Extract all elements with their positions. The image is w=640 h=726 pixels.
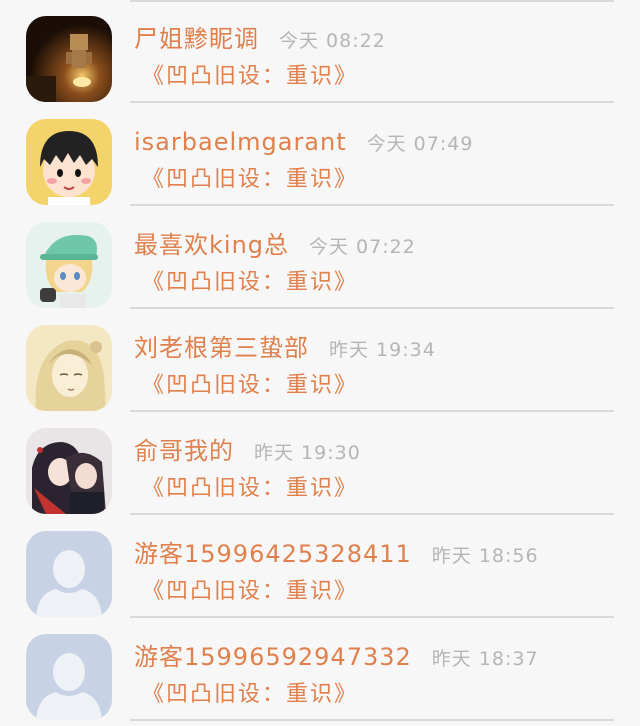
timestamp: 今天 07:49 (366, 133, 474, 155)
avatar-sketch-girl-icon (26, 325, 112, 411)
contact-name: 游客15996425328411 (134, 540, 412, 568)
message-preview: 《凹凸旧设：重识》 (142, 270, 359, 295)
name-line: 刘老根第三蛰部 昨天 19:34 (134, 331, 436, 367)
name-line: 游客15996425328411 昨天 18:56 (134, 537, 539, 573)
list-item[interactable]: isarbaelmgarant 今天 07:49 《凹凸旧设：重识》 (0, 103, 640, 206)
timestamp: 今天 07:22 (309, 236, 416, 258)
contact-name: 最喜欢king总 (134, 231, 290, 259)
contact-name: 刘老根第三蛰部 (134, 334, 309, 362)
name-line: isarbaelmgarant 今天 07:49 (134, 125, 473, 161)
message-preview: 《凹凸旧设：重识》 (142, 579, 359, 604)
avatar-candle-figure-icon (26, 16, 112, 102)
avatar[interactable] (26, 16, 112, 102)
message-list: 尸姐黪眤调 今天 08:22 《凹凸旧设：重识》 isarbaelmgarant 今… (0, 0, 640, 726)
message-preview: 《凹凸旧设：重识》 (142, 373, 359, 398)
contact-name: isarbaelmgarant (134, 128, 347, 156)
contact-name: 俞哥我的 (134, 437, 234, 465)
timestamp: 昨天 19:34 (329, 339, 436, 361)
list-item[interactable]: 尸姐黪眤调 今天 08:22 《凹凸旧设：重识》 (0, 0, 640, 103)
list-item[interactable]: 刘老根第三蛰部 昨天 19:34 《凹凸旧设：重识》 (0, 309, 640, 412)
timestamp: 昨天 19:30 (254, 442, 361, 464)
avatar[interactable] (26, 119, 112, 205)
avatar[interactable] (26, 531, 112, 617)
timestamp: 今天 08:22 (279, 30, 386, 52)
name-line: 最喜欢king总 今天 07:22 (134, 228, 416, 264)
default-person-icon (26, 531, 112, 617)
message-preview: 《凹凸旧设：重识》 (142, 682, 359, 707)
avatar[interactable] (26, 428, 112, 514)
avatar[interactable] (26, 634, 112, 720)
name-line: 尸姐黪眤调 今天 08:22 (134, 22, 386, 58)
default-person-icon (26, 634, 112, 720)
message-preview: 《凹凸旧设：重识》 (142, 64, 359, 89)
name-line: 游客15996592947332 昨天 18:37 (134, 640, 539, 676)
avatar-anime-cap-boy-icon (26, 222, 112, 308)
message-preview: 《凹凸旧设：重识》 (142, 167, 359, 192)
message-preview: 《凹凸旧设：重识》 (142, 476, 359, 501)
divider (130, 719, 614, 721)
list-item[interactable]: 俞哥我的 昨天 19:30 《凹凸旧设：重识》 (0, 412, 640, 515)
timestamp: 昨天 18:37 (431, 648, 539, 670)
contact-name: 游客15996592947332 (134, 643, 412, 671)
contact-name: 尸姐黪眤调 (134, 25, 259, 53)
timestamp: 昨天 18:56 (431, 545, 539, 567)
avatar[interactable] (26, 325, 112, 411)
avatar[interactable] (26, 222, 112, 308)
avatar-cartoon-girl-icon (26, 119, 112, 205)
avatar-anime-couple-icon (26, 428, 112, 514)
name-line: 俞哥我的 昨天 19:30 (134, 434, 361, 470)
list-item[interactable]: 游客15996425328411 昨天 18:56 《凹凸旧设：重识》 (0, 515, 640, 618)
list-item[interactable]: 最喜欢king总 今天 07:22 《凹凸旧设：重识》 (0, 206, 640, 309)
list-item[interactable]: 游客15996592947332 昨天 18:37 《凹凸旧设：重识》 (0, 618, 640, 721)
